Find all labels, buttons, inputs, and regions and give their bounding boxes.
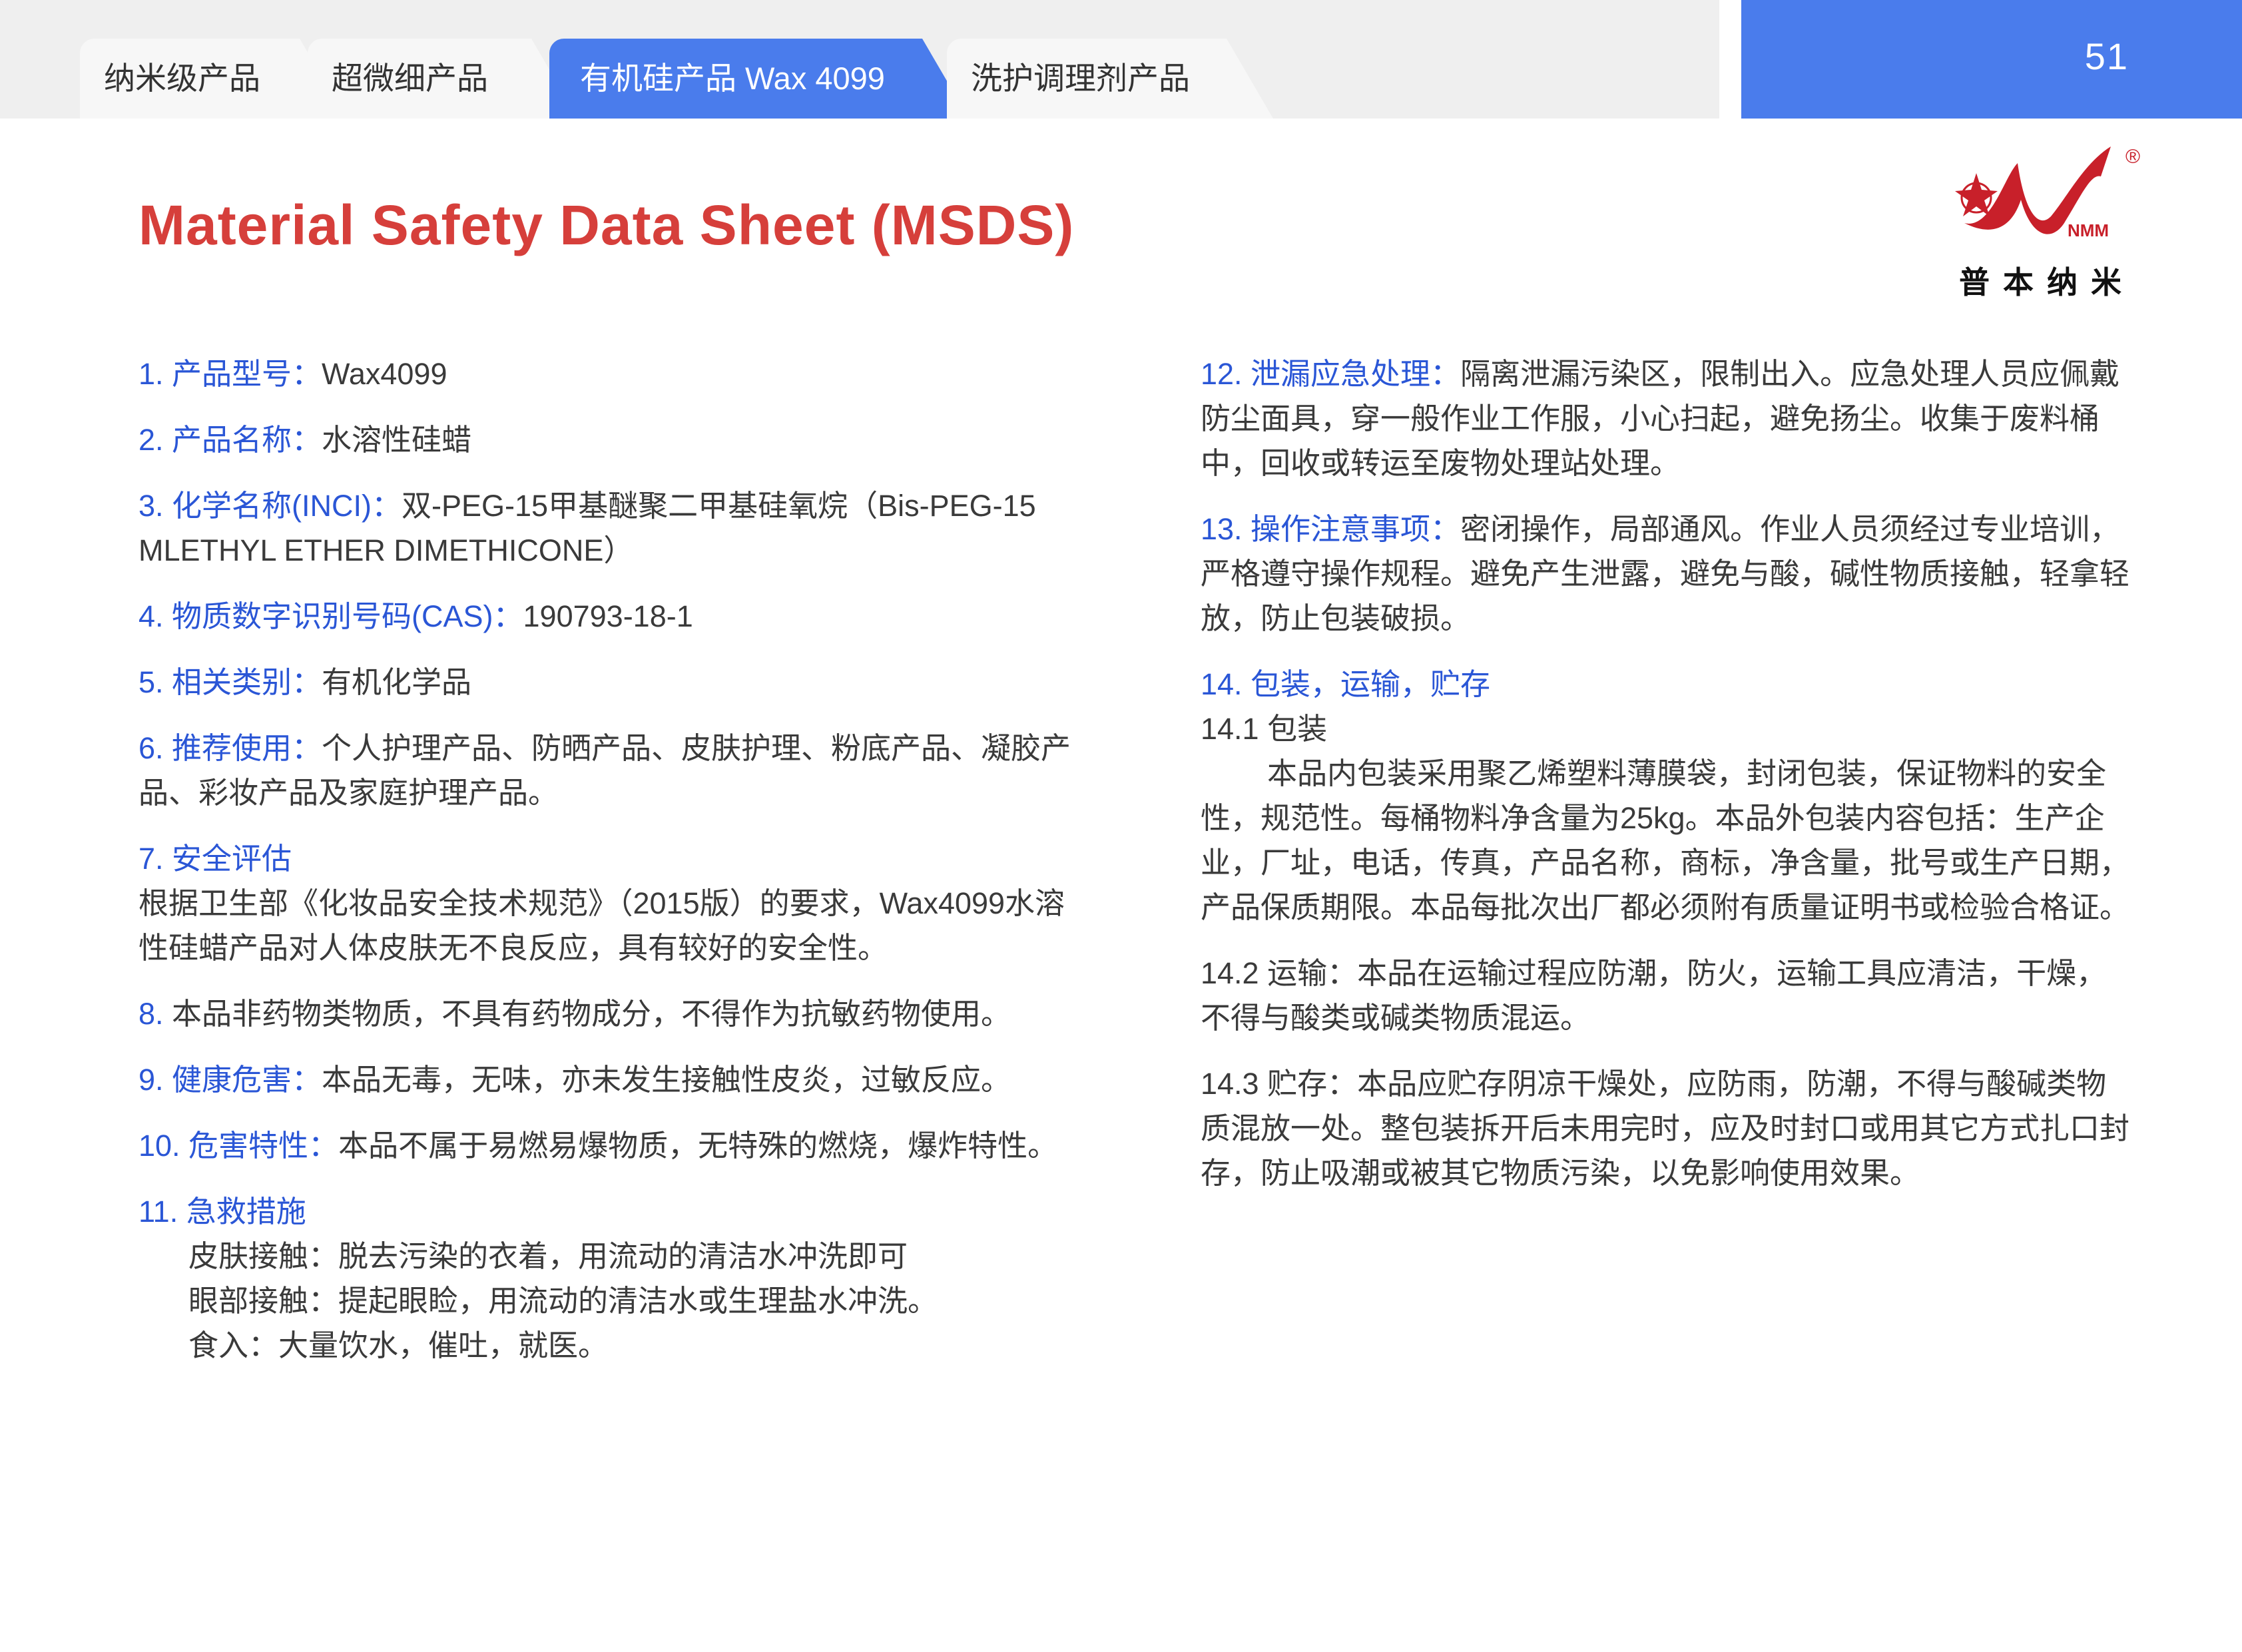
first-aid-skin: 皮肤接触：脱去污染的衣着，用流动的清洁水冲洗即可 — [188, 1239, 908, 1273]
item-leak-response: 12. 泄漏应急处理：隔离泄漏污染区，限制出入。应急处理人员应佩戴防尘面具，穿一… — [1201, 357, 2120, 480]
first-aid-eyes: 眼部接触：提起眼睑，用流动的清洁水或生理盐水冲洗。 — [188, 1284, 938, 1318]
first-aid-ingestion: 食入：大量饮水，催吐，就医。 — [188, 1328, 609, 1362]
item-hazard-properties: 10. 危害特性：本品不属于易燃易爆物质，无特殊的燃烧，爆炸特性。 — [139, 1129, 1058, 1163]
item-product-model: 1. 产品型号：Wax4099 — [139, 357, 447, 391]
item-chemical-name: 3. 化学名称(INCI)：双-PEG-15甲基醚聚二甲基硅氧烷（Bis-PEG… — [139, 489, 1036, 567]
item-cas-number: 4. 物质数字识别号码(CAS)：190793-18-1 — [139, 599, 693, 633]
page-number: 51 — [2084, 35, 2129, 77]
item-non-drug-notice: 8. 本品非药物类物质，不具有药物成分，不得作为抗敏药物使用。 — [139, 997, 1011, 1031]
tab-ultrafine-products[interactable]: 超微细产品 — [308, 39, 578, 119]
page-title: Material Safety Data Sheet (MSDS) — [139, 194, 1075, 256]
tab-nano-products[interactable]: 纳米级产品 — [80, 39, 346, 119]
item-product-name: 2. 产品名称：水溶性硅蜡 — [139, 423, 472, 457]
item-storage: 14.3 贮存：本品应贮存阴凉干燥处，应防雨，防潮，不得与酸碱类物质混放一处。整… — [1201, 1067, 2130, 1190]
logo-company-name: 普本纳米 — [1959, 265, 2135, 300]
registered-mark: ® — [2125, 146, 2140, 168]
item-transport: 14.2 运输：本品在运输过程应防潮，防火，运输工具应清洁，干燥，不得与酸类或碱… — [1201, 956, 2107, 1035]
page-number-box: 51 — [1741, 0, 2242, 119]
tab-silicone-wax4099[interactable]: 有机硅产品 Wax 4099 — [549, 39, 969, 119]
item-packaging-transport-storage: 14. 包装，运输，贮存 14.1 包装 本品内包装采用聚乙烯塑料薄膜袋，封闭包… — [1201, 662, 2133, 930]
item-first-aid: 11. 急救措施 皮肤接触：脱去污染的衣着，用流动的清洁水冲洗即可 眼部接触：提… — [139, 1189, 1084, 1368]
logo-nmm-text: NMM — [2068, 220, 2109, 240]
top-tab-bar: 纳米级产品 超微细产品 有机硅产品 Wax 4099 洗护调理剂产品 — [0, 0, 1719, 119]
item-handling-precautions: 13. 操作注意事项：密闭操作，局部通风。作业人员须经过专业培训，严格遵守操作规… — [1201, 512, 2130, 635]
packaging-subtitle: 14.1 包装 — [1201, 712, 1328, 746]
packaging-text: 本品内包装采用聚乙烯塑料薄膜袋，封闭包装，保证物料的安全性，规范性。每桶物料净含… — [1201, 756, 2130, 924]
right-column: 12. 泄漏应急处理：隔离泄漏污染区，限制出入。应急处理人员应佩戴防尘面具，穿一… — [1201, 352, 2133, 1217]
item-safety-assessment: 7. 安全评估 根据卫生部《化妆品安全技术规范》（2015版）的要求，Wax409… — [139, 842, 1065, 965]
item-recommended-use: 6. 推荐使用：个人护理产品、防晒产品、皮肤护理、粉底产品、凝胶产品、彩妆产品及… — [139, 731, 1071, 810]
item-category: 5. 相关类别：有机化学品 — [139, 665, 472, 699]
item-health-hazard: 9. 健康危害：本品无毒，无味，亦未发生接触性皮炎，过敏反应。 — [139, 1063, 1011, 1097]
left-column: 1. 产品型号：Wax4099 2. 产品名称：水溶性硅蜡 3. 化学名称(IN… — [139, 352, 1084, 1389]
tab-conditioner-products[interactable]: 洗护调理剂产品 — [947, 39, 1273, 119]
